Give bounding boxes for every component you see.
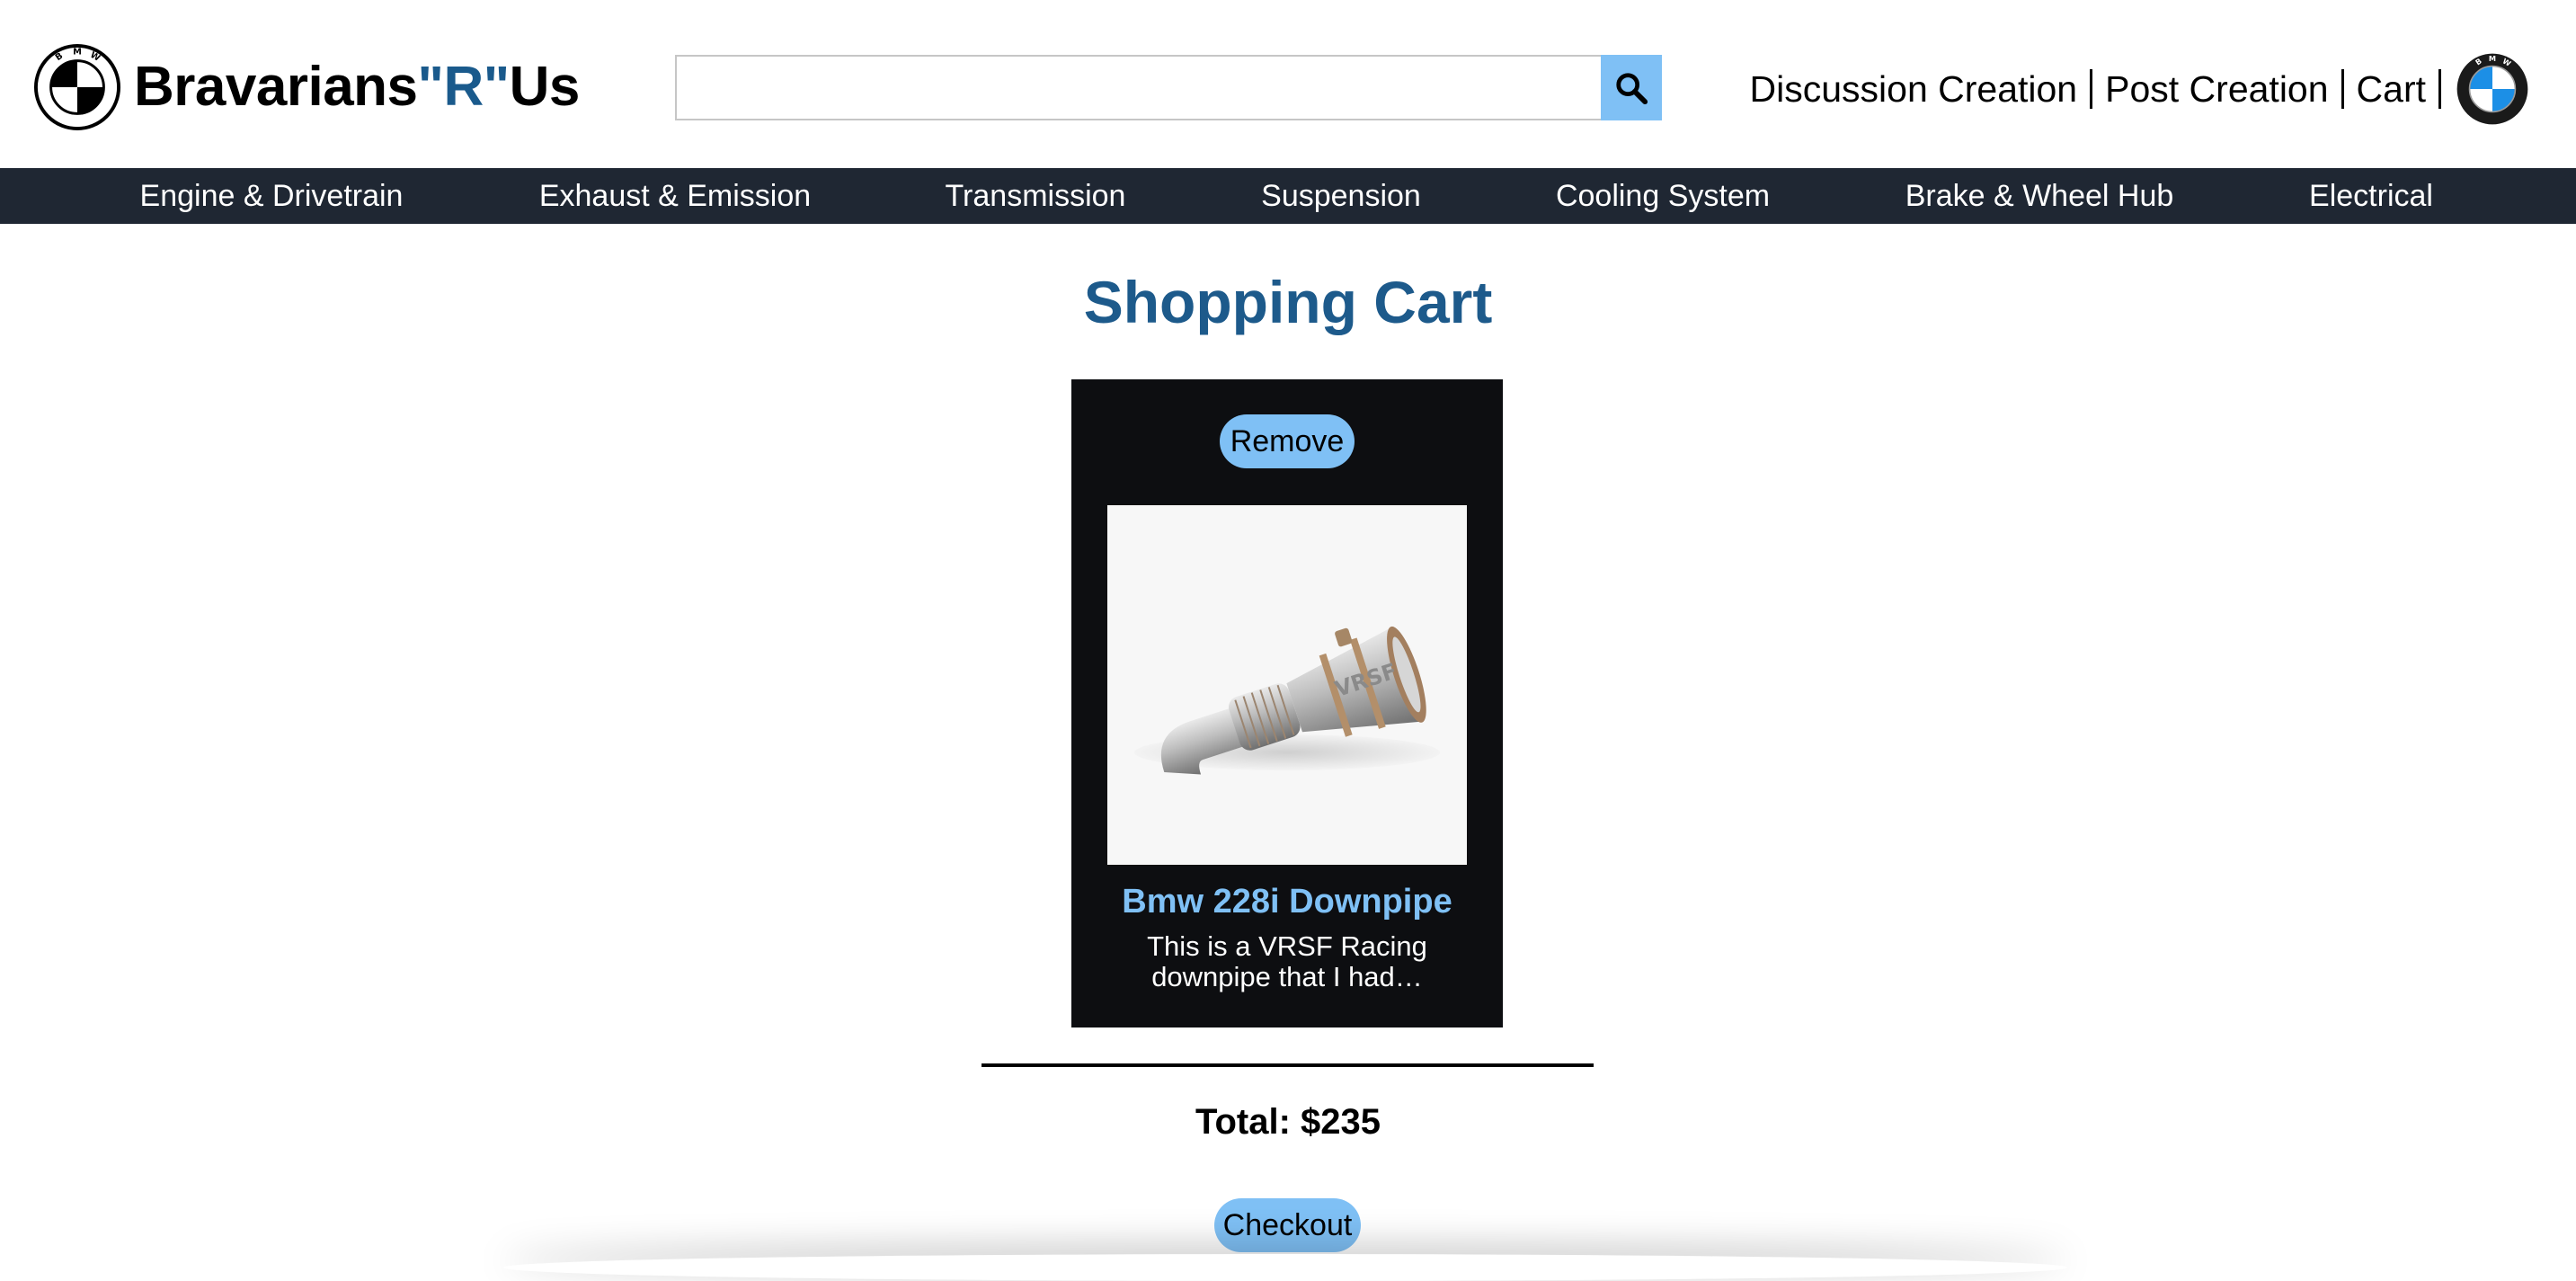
footer-shadow: [503, 1254, 2067, 1281]
category-nav: Engine & Drivetrain Exhaust & Emission T…: [0, 168, 2576, 224]
link-separator: [2090, 69, 2093, 109]
product-title[interactable]: Bmw 228i Downpipe: [1071, 883, 1503, 921]
search-input[interactable]: [675, 55, 1601, 120]
downpipe-image[interactable]: VRSF: [1107, 505, 1467, 865]
nav-item-exhaust-emission[interactable]: Exhaust & Emission: [539, 168, 811, 224]
cart-total: Total: $235: [1195, 1102, 1381, 1142]
bmw-roundel-outline-icon: B M W: [33, 43, 121, 131]
nav-item-electrical[interactable]: Electrical: [2309, 168, 2433, 224]
remove-button[interactable]: Remove: [1220, 414, 1355, 468]
svg-text:M: M: [73, 48, 82, 58]
brand-name-main: Bravarians: [134, 56, 418, 118]
nav-item-brake-wheel-hub[interactable]: Brake & Wheel Hub: [1905, 168, 2174, 224]
brand-name: Bravarians"R"Us: [134, 59, 580, 115]
top-links: Discussion Creation Post Creation Cart B…: [1750, 50, 2529, 128]
bmw-roundel-icon[interactable]: B M W: [2456, 52, 2529, 126]
checkout-button[interactable]: Checkout: [1214, 1198, 1361, 1252]
search-icon: [1616, 72, 1648, 104]
cart-link[interactable]: Cart: [2357, 68, 2426, 111]
product-description: This is a VRSF Racing downpipe that I ha…: [1147, 930, 1427, 992]
divider: [982, 1063, 1594, 1067]
brand[interactable]: B M W Bravarians"R"Us: [33, 43, 580, 131]
link-separator: [2438, 69, 2441, 109]
site-header: B M W Bravarians"R"Us Discussion Creatio…: [0, 0, 2576, 168]
search-bar: [675, 55, 1662, 120]
brand-name-end: Us: [509, 56, 581, 118]
nav-item-suspension[interactable]: Suspension: [1261, 168, 1421, 224]
discussion-creation-link[interactable]: Discussion Creation: [1750, 68, 2078, 111]
nav-item-transmission[interactable]: Transmission: [946, 168, 1126, 224]
cart-item-card: Remove VRSF Bmw 228i Downpipe This is a …: [1071, 379, 1503, 1027]
brand-name-accent: "R": [417, 56, 511, 118]
search-button[interactable]: [1601, 55, 1662, 120]
post-creation-link[interactable]: Post Creation: [2105, 68, 2328, 111]
page-title: Shopping Cart: [1083, 269, 1493, 335]
svg-text:M: M: [2489, 54, 2496, 63]
nav-item-engine-drivetrain[interactable]: Engine & Drivetrain: [140, 168, 404, 224]
nav-item-cooling-system[interactable]: Cooling System: [1556, 168, 1770, 224]
link-separator: [2341, 69, 2344, 109]
